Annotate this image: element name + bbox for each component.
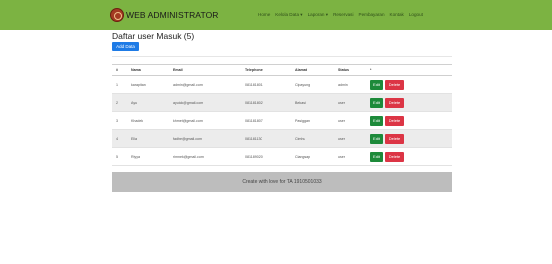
cell-address: Pasiggan: [295, 118, 310, 123]
cell-number: 2: [116, 100, 118, 105]
footer-text: Create with love for TA 1910501033: [242, 179, 322, 185]
table-row: 4 Ella fadhe@gmail.com 081181130 Cimhu u…: [112, 130, 452, 148]
nav-reservasi[interactable]: Reservasi: [333, 12, 353, 18]
row-actions: Edit Delete: [370, 133, 404, 144]
delete-button[interactable]: Delete: [385, 151, 404, 162]
edit-button[interactable]: Edit: [370, 151, 383, 162]
cell-name: karapitan: [131, 82, 146, 87]
delete-button[interactable]: Delete: [385, 79, 404, 90]
brand[interactable]: WEB ADMINISTRATOR: [110, 8, 219, 22]
nav-kelola-data-dropdown[interactable]: Kelola Data ▾: [275, 12, 302, 18]
header-email: Email: [173, 68, 183, 72]
top-navbar: WEB ADMINISTRATOR Home Kelola Data ▾ Lap…: [0, 0, 552, 30]
nav-logout[interactable]: Logout: [409, 12, 423, 18]
cell-name: Ayu: [131, 100, 138, 105]
cell-address: Cimhu: [295, 136, 306, 141]
cell-email: rimnek@gmail.com: [173, 154, 204, 159]
user-table: # Nama Email Telephone Alamat Status * 1…: [112, 64, 452, 166]
header-address: Alamat: [295, 68, 307, 72]
cell-telephone: 081181801: [245, 82, 263, 87]
logo-icon: [110, 8, 124, 22]
brand-title: WEB ADMINISTRATOR: [126, 10, 219, 20]
table-row: 2 Ayu ayuick@gmail.com 081181802 Bekasi …: [112, 94, 452, 112]
divider: [112, 56, 452, 57]
add-data-button[interactable]: Add Data: [112, 42, 139, 51]
cell-email: ayuick@gmail.com: [173, 100, 204, 105]
cell-name: Riyya: [131, 154, 140, 159]
delete-button[interactable]: Delete: [385, 97, 404, 108]
nav-links: Home Kelola Data ▾ Laporan ▾ Reservasi P…: [258, 12, 423, 18]
cell-address: Bekasi: [295, 100, 306, 105]
nav-home[interactable]: Home: [258, 12, 270, 18]
edit-button[interactable]: Edit: [370, 133, 383, 144]
cell-status: user: [338, 118, 345, 123]
edit-button[interactable]: Edit: [370, 97, 383, 108]
row-actions: Edit Delete: [370, 97, 404, 108]
row-actions: Edit Delete: [370, 115, 404, 126]
cell-telephone: 081189020: [245, 154, 263, 159]
header-name: Nama: [131, 68, 141, 72]
page-footer: Create with love for TA 1910501033: [112, 172, 452, 192]
cell-status: user: [338, 154, 345, 159]
cell-email: admin@gmail.com: [173, 82, 203, 87]
row-actions: Edit Delete: [370, 151, 404, 162]
page-title: Daftar user Masuk (5): [112, 31, 195, 41]
table-row: 3 Khadek khmet@gmail.com 081181807 Pasig…: [112, 112, 452, 130]
cell-status: admin: [338, 82, 348, 87]
table-row: 5 Riyya rimnek@gmail.com 081189020 Ciang…: [112, 148, 452, 166]
row-actions: Edit Delete: [370, 79, 404, 90]
cell-email: khmet@gmail.com: [173, 118, 203, 123]
cell-number: 3: [116, 118, 118, 123]
cell-telephone: 081181130: [245, 136, 263, 141]
header-actions: *: [370, 68, 372, 72]
edit-button[interactable]: Edit: [370, 115, 383, 126]
cell-telephone: 081181807: [245, 118, 263, 123]
delete-button[interactable]: Delete: [385, 115, 404, 126]
cell-name: Khadek: [131, 118, 144, 123]
nav-laporan-dropdown[interactable]: Laporan ▾: [308, 12, 328, 18]
table-row: 1 karapitan admin@gmail.com 081181801 Ci…: [112, 76, 452, 94]
cell-address: Ciangsap: [295, 154, 311, 159]
edit-button[interactable]: Edit: [370, 79, 383, 90]
cell-name: Ella: [131, 136, 137, 141]
header-telephone: Telephone: [245, 68, 263, 72]
nav-kontak[interactable]: Kontak: [390, 12, 404, 18]
cell-number: 1: [116, 82, 118, 87]
cell-address: Cipayung: [295, 82, 311, 87]
cell-number: 5: [116, 154, 118, 159]
delete-button[interactable]: Delete: [385, 133, 404, 144]
cell-email: fadhe@gmail.com: [173, 136, 203, 141]
header-status: Status: [338, 68, 349, 72]
nav-pembayaran[interactable]: Pembayaran: [359, 12, 385, 18]
table-header: # Nama Email Telephone Alamat Status *: [112, 65, 452, 76]
cell-status: user: [338, 100, 345, 105]
header-number: #: [116, 68, 118, 72]
cell-telephone: 081181802: [245, 100, 263, 105]
cell-number: 4: [116, 136, 118, 141]
cell-status: user: [338, 136, 345, 141]
